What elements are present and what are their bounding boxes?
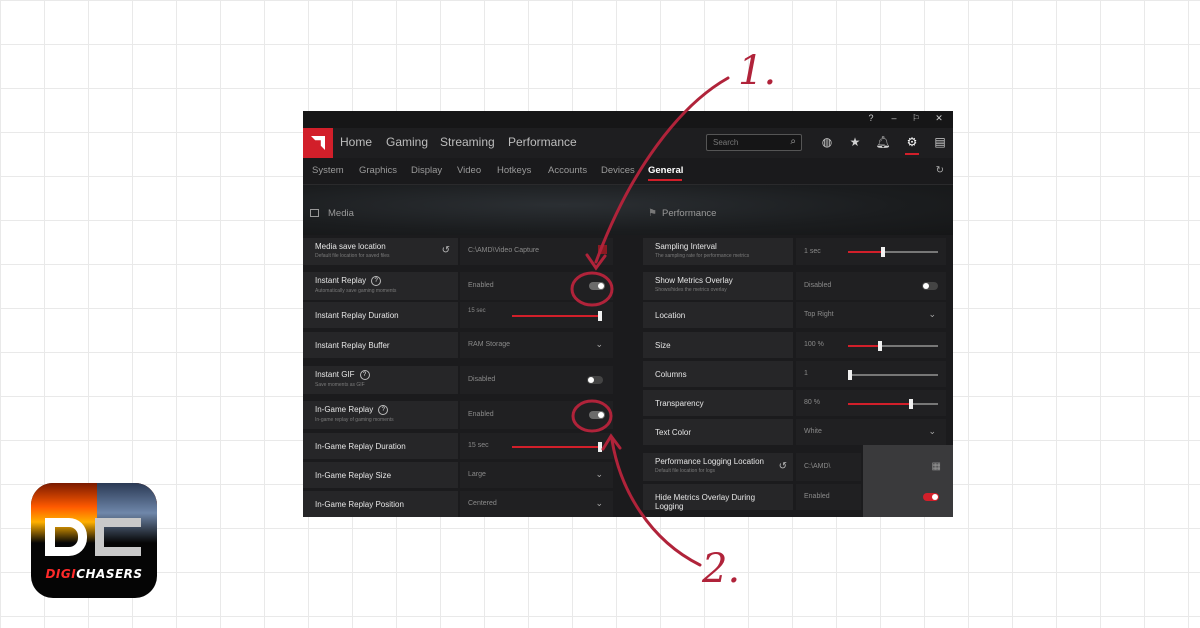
brand-chasers: CHASERS: [76, 567, 143, 581]
annotation-arrow-2: [610, 438, 702, 567]
annotation-layer: [570, 76, 730, 567]
digichasers-logo: DIGICHASERS: [31, 483, 157, 598]
brand-digi: DIGI: [45, 567, 77, 581]
annotation-circle-2: [571, 399, 613, 433]
annotation-label-1: 1.: [738, 48, 777, 94]
brand-wordmark: DIGICHASERS: [31, 567, 157, 581]
annotation-circle-1: [570, 271, 614, 307]
annotation-arrow-1: [594, 76, 730, 264]
letter-c-shape: [95, 518, 141, 556]
letter-d-shape: [45, 518, 87, 556]
annotation-label-2: 2.: [702, 546, 741, 592]
